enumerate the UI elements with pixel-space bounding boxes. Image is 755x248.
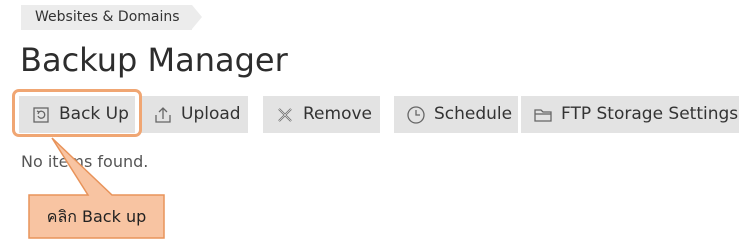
clock-icon (406, 105, 426, 125)
schedule-button[interactable]: Schedule (394, 96, 518, 133)
breadcrumb[interactable]: Websites & Domains (21, 5, 202, 30)
upload-icon (153, 105, 173, 125)
remove-icon (275, 105, 295, 125)
ftp-storage-settings-button[interactable]: FTP Storage Settings (521, 96, 739, 133)
callout-label: คลิก Back up (46, 207, 147, 226)
schedule-label: Schedule (434, 104, 513, 124)
page-title: Backup Manager (20, 41, 288, 79)
folder-icon (533, 105, 553, 125)
ftp-storage-settings-label: FTP Storage Settings (561, 104, 739, 124)
empty-list-message: No items found. (21, 152, 149, 171)
upload-label: Upload (181, 104, 241, 124)
remove-button[interactable]: Remove (263, 96, 380, 133)
breadcrumb-item-websites-domains[interactable]: Websites & Domains (35, 9, 180, 25)
remove-label: Remove (303, 104, 372, 124)
upload-button[interactable]: Upload (141, 96, 248, 133)
back-up-highlight-frame (12, 89, 142, 137)
